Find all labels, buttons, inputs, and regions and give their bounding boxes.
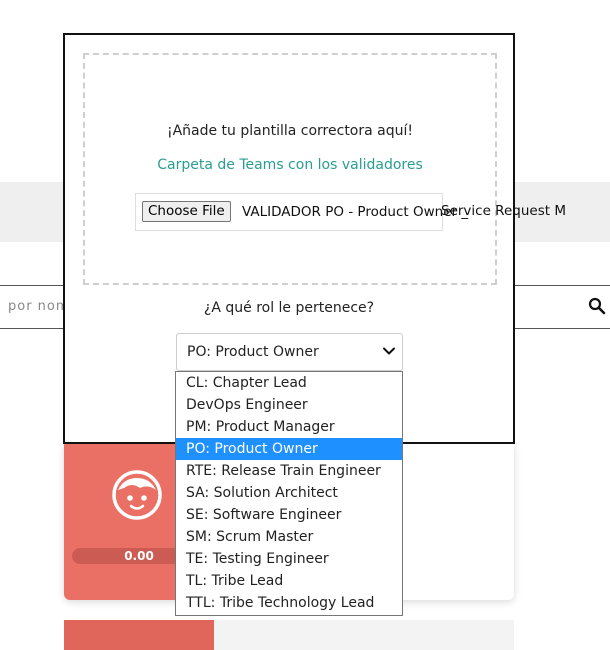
role-options-list[interactable]: CL: Chapter Lead DevOps Engineer PM: Pro… — [175, 371, 403, 616]
user-card-2[interactable] — [64, 620, 514, 650]
user-card-2-accent — [64, 620, 214, 650]
file-input[interactable]: Choose File VALIDADOR PO - Product Owner… — [135, 193, 468, 231]
role-option[interactable]: SA: Solution Architect — [176, 482, 402, 504]
teams-folder-link[interactable]: Carpeta de Teams con los validadores — [85, 157, 495, 173]
dropzone-title: ¡Añade tu plantilla correctora aquí! — [166, 123, 414, 139]
role-option[interactable]: SE: Software Engineer — [176, 504, 402, 526]
role-select[interactable]: PO: Product Owner — [176, 333, 403, 371]
choose-file-button[interactable]: Choose File — [142, 201, 231, 222]
file-dropzone[interactable]: ¡Añade tu plantilla correctora aquí! Car… — [83, 53, 566, 285]
search-icon[interactable] — [588, 297, 606, 315]
role-option[interactable]: RTE: Release Train Engineer — [176, 460, 402, 482]
role-option[interactable]: DevOps Engineer — [176, 394, 402, 416]
role-option[interactable]: TL: Tribe Lead — [176, 570, 402, 592]
progress-value: 0.00 — [124, 549, 154, 563]
role-option[interactable]: TE: Testing Engineer — [176, 548, 402, 570]
role-question: ¿A qué rol le pertenece? — [203, 300, 375, 316]
selected-file-name: VALIDADOR PO - Product Owner _ — [242, 204, 469, 220]
role-select-value: PO: Product Owner — [187, 344, 319, 360]
role-option[interactable]: PM: Product Manager — [176, 416, 402, 438]
search-input[interactable]: por nom — [8, 299, 70, 314]
role-option[interactable]: SM: Scrum Master — [176, 526, 402, 548]
avatar-face-icon — [112, 470, 162, 520]
role-option[interactable]: TTL: Tribe Technology Lead — [176, 592, 402, 614]
role-option[interactable]: CL: Chapter Lead — [176, 372, 402, 394]
role-option[interactable]: PO: Product Owner — [176, 438, 402, 460]
chevron-down-icon — [383, 347, 395, 355]
selected-file-name-overflow: Service Request M — [441, 203, 566, 219]
